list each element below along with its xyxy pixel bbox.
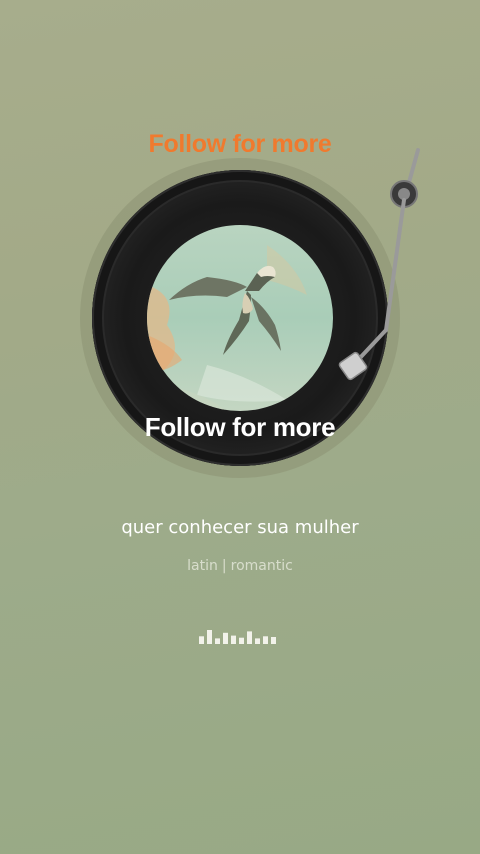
track-title: quer conhecer sua mulher — [121, 517, 359, 538]
tag-separator: | — [221, 558, 227, 574]
equalizer-bar — [231, 635, 236, 644]
equalizer-bar — [199, 636, 204, 644]
equalizer-bar — [247, 631, 252, 644]
equalizer-bar — [263, 636, 268, 644]
swallow-bird-painting — [147, 225, 333, 411]
equalizer-bar — [207, 630, 212, 644]
track-tags: latin | romantic — [0, 558, 480, 574]
equalizer-bar — [215, 638, 220, 644]
equalizer-bar — [271, 637, 276, 644]
genre-tag: latin — [187, 558, 218, 574]
overlay-center-text: Follow for more — [144, 412, 336, 442]
album-cover-art — [147, 225, 333, 411]
mood-tag: romantic — [230, 558, 293, 574]
audio-equalizer-icon — [199, 630, 276, 644]
equalizer-bar — [239, 637, 244, 644]
tonearm-icon[interactable] — [330, 140, 440, 400]
equalizer-bar — [255, 638, 260, 644]
equalizer-bar — [223, 632, 228, 644]
